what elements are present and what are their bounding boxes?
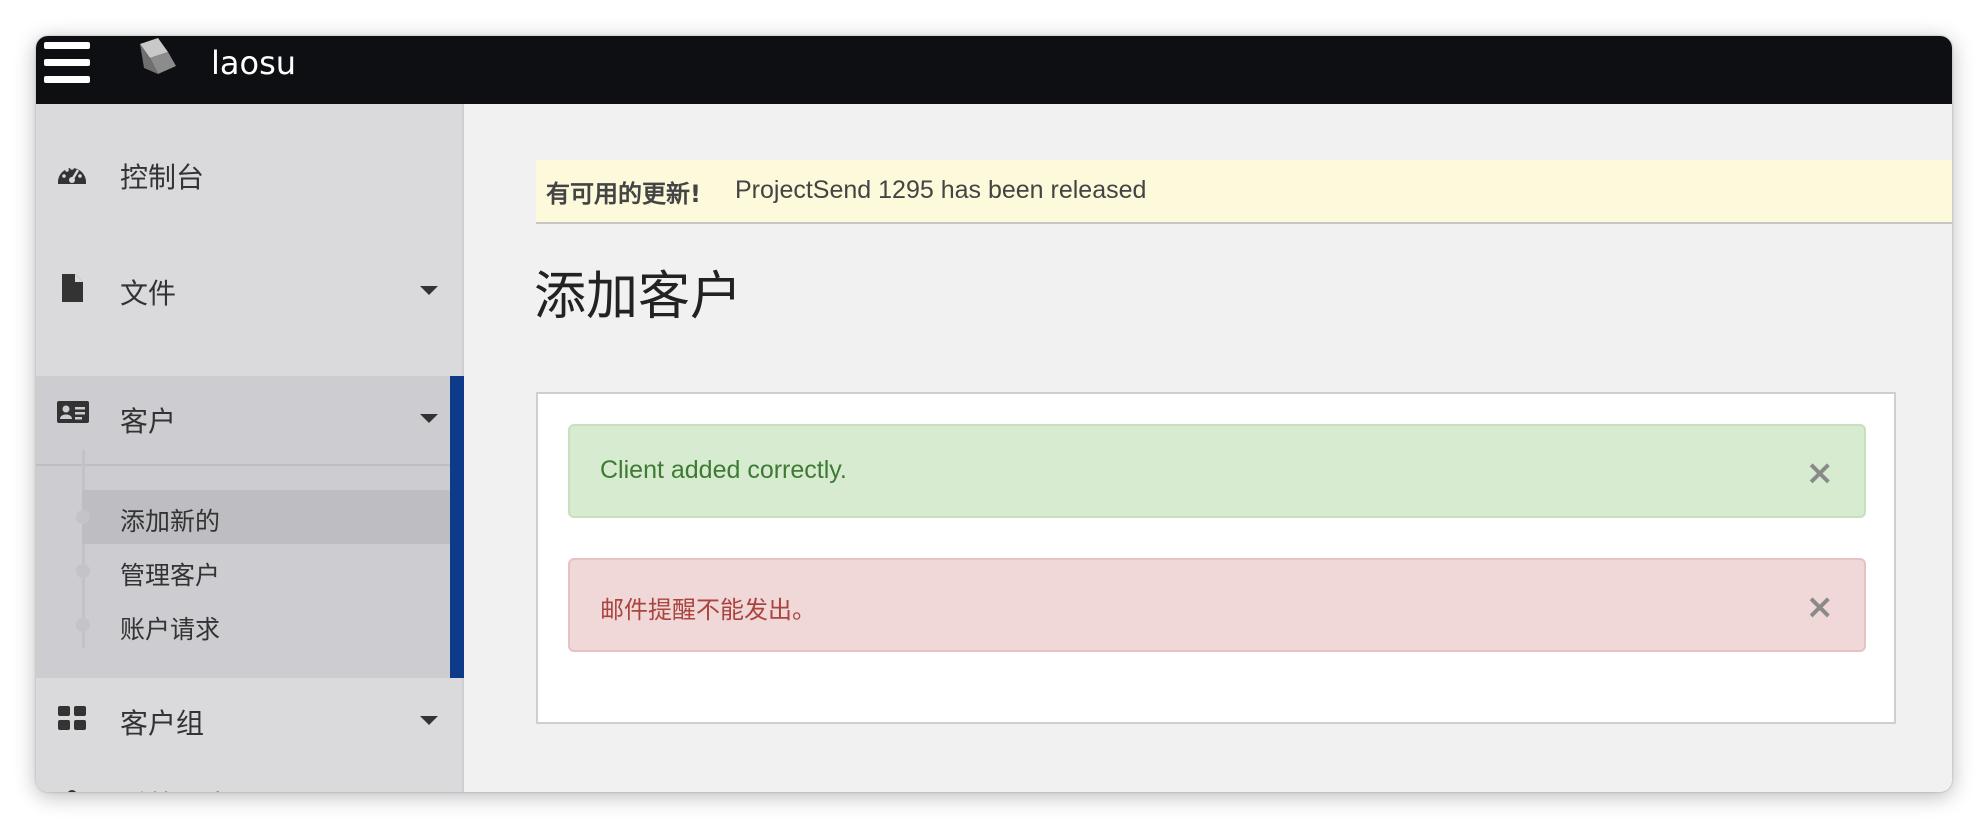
sidebar-item-label: 文件 — [120, 277, 177, 310]
error-alert: 邮件提醒不能发出。 × — [568, 558, 1866, 652]
close-icon[interactable]: × — [1806, 456, 1835, 490]
bullet-dot — [76, 618, 90, 632]
sidebar-item-label: 客户组 — [120, 707, 205, 740]
submenu-item-label: 账户请求 — [120, 615, 221, 644]
sidebar-item-system-users[interactable]: 系统用户 — [36, 760, 464, 792]
content-panel: Client added correctly. × 邮件提醒不能发出。 × — [536, 392, 1896, 724]
divider — [36, 464, 450, 466]
success-alert-text: Client added correctly. — [600, 456, 847, 484]
sidebar-item-files[interactable]: 文件 — [36, 244, 464, 336]
bullet-dot — [76, 564, 90, 578]
submenu-item-label: 管理客户 — [120, 561, 221, 590]
update-notice: 有可用的更新! ProjectSend 1295 has been releas… — [536, 160, 1952, 224]
brand-name[interactable]: laosu — [211, 38, 296, 88]
submenu-item-account-requests[interactable]: 账户请求 — [76, 598, 450, 652]
dashboard-icon — [58, 166, 86, 184]
grid-icon — [58, 706, 86, 730]
projectsend-logo-icon — [140, 38, 176, 74]
close-icon[interactable]: × — [1806, 590, 1835, 624]
submenu-item-add-new[interactable]: 添加新的 — [76, 490, 450, 544]
bullet-dot — [76, 510, 90, 524]
id-card-icon — [57, 401, 89, 423]
chevron-down-icon — [420, 716, 438, 725]
sidebar-item-dashboard[interactable]: 控制台 — [36, 104, 464, 244]
sidebar-item-label: 控制台 — [120, 161, 205, 194]
sidebar-item-label: 系统用户 — [120, 784, 232, 792]
sidebar: 控制台 文件 客户 添加新的 管理客户 账户请求 客户组 — [36, 104, 464, 792]
file-icon — [62, 274, 83, 302]
sidebar-item-client-groups[interactable]: 客户组 — [36, 678, 464, 760]
sidebar-item-label: 客户 — [120, 405, 177, 438]
sidebar-item-clients[interactable]: 客户 — [36, 376, 464, 464]
submenu-item-label: 添加新的 — [120, 507, 221, 536]
chevron-down-icon — [420, 414, 438, 423]
page-title: 添加客户 — [534, 267, 743, 327]
update-notice-title: 有可用的更新! — [546, 180, 701, 208]
users-icon — [68, 790, 76, 792]
top-bar: laosu — [36, 36, 1952, 104]
app-window: laosu 控制台 文件 客户 添加新的 管理客户 账户请求 客户组 有可用的更… — [36, 36, 1952, 792]
error-alert-text: 邮件提醒不能发出。 — [600, 596, 816, 624]
update-notice-message: ProjectSend 1295 has been released — [735, 176, 1147, 204]
submenu-item-manage-clients[interactable]: 管理客户 — [76, 544, 450, 598]
success-alert: Client added correctly. × — [568, 424, 1866, 518]
chevron-down-icon — [420, 286, 438, 295]
hamburger-menu-icon[interactable] — [44, 42, 90, 84]
